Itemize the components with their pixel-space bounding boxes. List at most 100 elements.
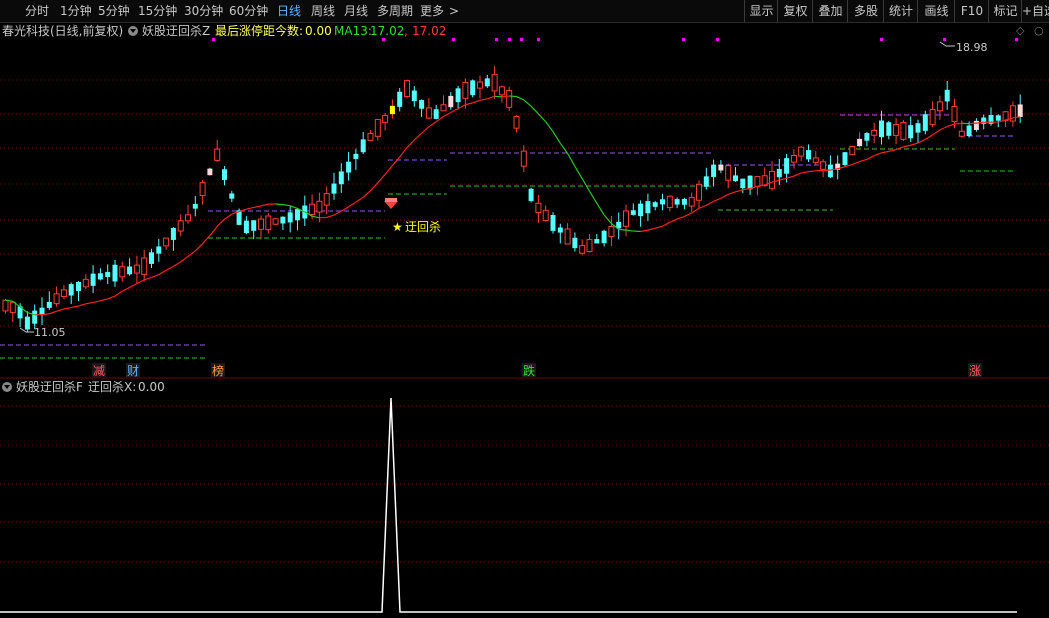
ma13-segment	[370, 182, 379, 192]
candle-body	[243, 220, 249, 234]
candle	[528, 187, 534, 203]
high-pointer	[939, 41, 955, 47]
candle-body	[820, 161, 827, 170]
candle	[433, 104, 439, 120]
candle-body	[112, 264, 118, 282]
candle	[608, 215, 615, 247]
ma13-segment	[413, 132, 422, 141]
ma13-segment	[384, 165, 393, 175]
ma13-segment	[735, 189, 743, 193]
candle-body	[674, 199, 680, 205]
candle-body	[287, 212, 293, 223]
candle	[53, 286, 60, 307]
diamond-signal-top	[385, 198, 397, 202]
candle-body	[798, 146, 805, 157]
candle-body	[740, 178, 746, 189]
candle	[491, 65, 498, 99]
candle-body	[82, 278, 89, 288]
candle	[389, 99, 395, 119]
ma13-segment	[720, 193, 729, 199]
candle	[214, 139, 221, 163]
ma13-segment	[859, 158, 868, 163]
candle	[2, 298, 9, 314]
high-price-label: 18.98	[956, 41, 988, 54]
ma13-segment	[348, 201, 357, 208]
diamond-signal-icon	[384, 201, 398, 209]
ma13-segment	[924, 134, 933, 140]
candle	[645, 193, 651, 222]
candle	[806, 144, 811, 163]
ma13-segment	[698, 204, 707, 209]
candle-body	[207, 168, 213, 176]
candle-body	[338, 171, 344, 185]
candle	[382, 112, 389, 131]
candle-body	[842, 152, 848, 166]
candle	[842, 152, 848, 168]
ma13-segment	[194, 243, 204, 252]
candle	[323, 186, 330, 215]
magenta-dot	[495, 38, 498, 41]
candle	[666, 195, 673, 212]
ma13-segment	[669, 218, 678, 223]
candle-body	[389, 105, 395, 115]
candle	[922, 110, 928, 135]
candle-body	[105, 271, 111, 277]
candle-body	[900, 121, 907, 140]
candle	[740, 178, 746, 194]
candle-body	[557, 227, 563, 233]
candle	[353, 148, 359, 170]
candle	[886, 120, 892, 140]
candle	[24, 311, 30, 333]
kline-chart[interactable]: 18.98 11.05 ★ 迂回杀减 财 榜 跌 涨	[0, 0, 1049, 618]
ma13-line	[5, 95, 1021, 316]
ma13-segment	[947, 123, 955, 128]
ma13-segment	[742, 187, 751, 191]
ma13-segment	[917, 138, 926, 144]
candle	[995, 114, 1001, 128]
candle-body	[214, 148, 221, 161]
ma13-segment	[421, 126, 430, 134]
candle-body	[265, 215, 272, 231]
candle-body	[812, 157, 819, 163]
event-tag-text: 财	[127, 364, 139, 378]
candle	[295, 207, 300, 231]
candle-body	[53, 293, 60, 305]
candle	[470, 79, 476, 98]
candle	[616, 212, 622, 240]
candle-body	[9, 301, 16, 313]
candle-body	[513, 116, 520, 129]
ma13-segment	[479, 98, 488, 101]
candle	[572, 232, 578, 252]
ma13-segment	[655, 225, 663, 229]
ma13-segment	[537, 113, 547, 123]
ma13-segment	[202, 235, 211, 245]
ma13-segment	[122, 286, 130, 292]
ma13-segment	[625, 229, 634, 232]
candle	[513, 115, 520, 133]
ma13-segment	[910, 142, 919, 146]
candle-body	[331, 183, 337, 194]
candle	[425, 97, 432, 120]
ma13-segment	[246, 206, 254, 210]
candle	[601, 229, 607, 247]
candle-body	[666, 195, 673, 208]
ma13-segment	[559, 142, 569, 154]
candle	[287, 206, 293, 233]
candle-body	[360, 139, 366, 153]
ma13-segment	[793, 172, 802, 177]
ma13-segment	[969, 122, 977, 125]
ma13-segment	[253, 205, 262, 209]
magenta-dot	[452, 38, 455, 41]
candle-body	[879, 120, 884, 138]
candle	[594, 233, 600, 244]
ma13-segment	[530, 105, 539, 115]
candle-body	[404, 80, 410, 98]
ma13-segment	[144, 276, 152, 281]
ma13-segment	[881, 150, 889, 154]
event-tag: 榜	[211, 363, 225, 378]
ma13-segment	[78, 303, 86, 307]
candle	[141, 249, 148, 282]
ma13-segment	[662, 221, 671, 227]
candle-body	[520, 150, 527, 167]
candle	[498, 85, 505, 103]
